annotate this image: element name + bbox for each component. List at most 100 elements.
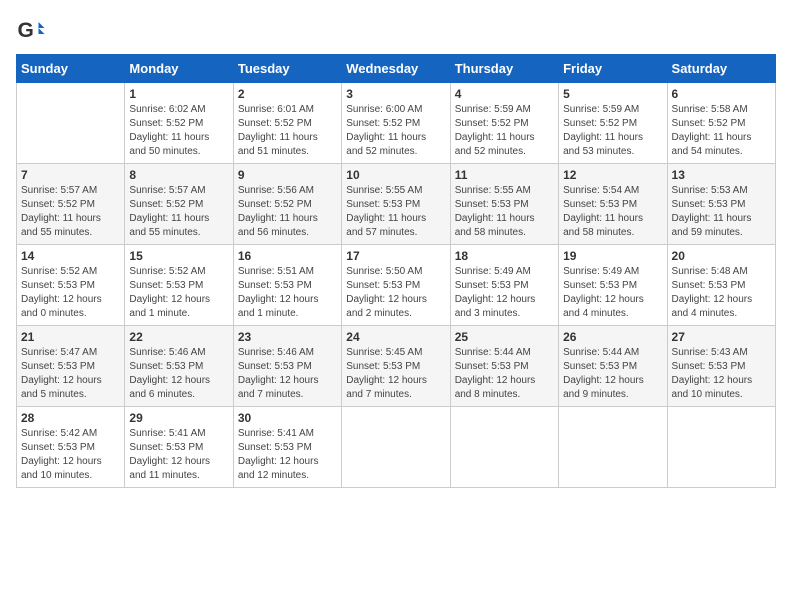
calendar-header-row: SundayMondayTuesdayWednesdayThursdayFrid… xyxy=(17,55,776,83)
day-number: 13 xyxy=(672,168,771,182)
calendar-cell: 16 Sunrise: 5:51 AM Sunset: 5:53 PM Dayli… xyxy=(233,245,341,326)
day-info: Sunrise: 5:49 AM Sunset: 5:53 PM Dayligh… xyxy=(563,265,662,321)
week-row-3: 14 Sunrise: 5:52 AM Sunset: 5:53 PM Dayli… xyxy=(17,245,776,326)
header-tuesday: Tuesday xyxy=(233,55,341,83)
day-info: Sunrise: 5:41 AM Sunset: 5:53 PM Dayligh… xyxy=(238,427,337,483)
day-number: 20 xyxy=(672,249,771,263)
calendar-cell xyxy=(559,407,667,488)
day-info: Sunrise: 5:41 AM Sunset: 5:53 PM Dayligh… xyxy=(129,427,228,483)
day-number: 3 xyxy=(346,87,445,101)
week-row-2: 7 Sunrise: 5:57 AM Sunset: 5:52 PM Daylig… xyxy=(17,164,776,245)
calendar-cell: 28 Sunrise: 5:42 AM Sunset: 5:53 PM Dayli… xyxy=(17,407,125,488)
day-number: 22 xyxy=(129,330,228,344)
day-info: Sunrise: 6:02 AM Sunset: 5:52 PM Dayligh… xyxy=(129,103,228,159)
day-info: Sunrise: 5:47 AM Sunset: 5:53 PM Dayligh… xyxy=(21,346,120,402)
day-number: 10 xyxy=(346,168,445,182)
calendar-cell: 1Sunrise: 6:02 AM Sunset: 5:52 PM Daylig… xyxy=(125,83,233,164)
day-info: Sunrise: 5:43 AM Sunset: 5:53 PM Dayligh… xyxy=(672,346,771,402)
week-row-1: 1Sunrise: 6:02 AM Sunset: 5:52 PM Daylig… xyxy=(17,83,776,164)
day-number: 24 xyxy=(346,330,445,344)
day-number: 27 xyxy=(672,330,771,344)
day-info: Sunrise: 5:45 AM Sunset: 5:53 PM Dayligh… xyxy=(346,346,445,402)
day-number: 29 xyxy=(129,411,228,425)
day-number: 7 xyxy=(21,168,120,182)
day-number: 25 xyxy=(455,330,554,344)
header-thursday: Thursday xyxy=(450,55,558,83)
header-friday: Friday xyxy=(559,55,667,83)
day-number: 28 xyxy=(21,411,120,425)
calendar-cell: 15 Sunrise: 5:52 AM Sunset: 5:53 PM Dayli… xyxy=(125,245,233,326)
calendar-cell: 12Sunrise: 5:54 AM Sunset: 5:53 PM Dayli… xyxy=(559,164,667,245)
calendar-cell: 11 Sunrise: 5:55 AM Sunset: 5:53 PM Dayli… xyxy=(450,164,558,245)
day-info: Sunrise: 5:59 AM Sunset: 5:52 PM Dayligh… xyxy=(455,103,554,159)
day-number: 19 xyxy=(563,249,662,263)
calendar-cell: 29 Sunrise: 5:41 AM Sunset: 5:53 PM Dayli… xyxy=(125,407,233,488)
calendar-table: SundayMondayTuesdayWednesdayThursdayFrid… xyxy=(16,54,776,488)
day-number: 11 xyxy=(455,168,554,182)
day-number: 9 xyxy=(238,168,337,182)
day-info: Sunrise: 5:42 AM Sunset: 5:53 PM Dayligh… xyxy=(21,427,120,483)
logo: G xyxy=(16,16,50,46)
day-info: Sunrise: 5:46 AM Sunset: 5:53 PM Dayligh… xyxy=(129,346,228,402)
day-number: 23 xyxy=(238,330,337,344)
week-row-5: 28 Sunrise: 5:42 AM Sunset: 5:53 PM Dayli… xyxy=(17,407,776,488)
day-info: Sunrise: 5:46 AM Sunset: 5:53 PM Dayligh… xyxy=(238,346,337,402)
day-info: Sunrise: 5:58 AM Sunset: 5:52 PM Dayligh… xyxy=(672,103,771,159)
header-saturday: Saturday xyxy=(667,55,775,83)
day-info: Sunrise: 5:51 AM Sunset: 5:53 PM Dayligh… xyxy=(238,265,337,321)
calendar-cell: 7 Sunrise: 5:57 AM Sunset: 5:52 PM Daylig… xyxy=(17,164,125,245)
day-number: 2 xyxy=(238,87,337,101)
calendar-cell: 25 Sunrise: 5:44 AM Sunset: 5:53 PM Dayli… xyxy=(450,326,558,407)
day-info: Sunrise: 6:01 AM Sunset: 5:52 PM Dayligh… xyxy=(238,103,337,159)
day-info: Sunrise: 5:49 AM Sunset: 5:53 PM Dayligh… xyxy=(455,265,554,321)
day-number: 26 xyxy=(563,330,662,344)
day-info: Sunrise: 5:48 AM Sunset: 5:53 PM Dayligh… xyxy=(672,265,771,321)
day-number: 21 xyxy=(21,330,120,344)
calendar-cell: 3Sunrise: 6:00 AM Sunset: 5:52 PM Daylig… xyxy=(342,83,450,164)
calendar-cell: 22 Sunrise: 5:46 AM Sunset: 5:53 PM Dayli… xyxy=(125,326,233,407)
day-number: 16 xyxy=(238,249,337,263)
calendar-cell: 13Sunrise: 5:53 AM Sunset: 5:53 PM Dayli… xyxy=(667,164,775,245)
day-info: Sunrise: 5:55 AM Sunset: 5:53 PM Dayligh… xyxy=(346,184,445,240)
svg-text:G: G xyxy=(18,19,34,42)
day-number: 17 xyxy=(346,249,445,263)
week-row-4: 21 Sunrise: 5:47 AM Sunset: 5:53 PM Dayli… xyxy=(17,326,776,407)
day-info: Sunrise: 5:44 AM Sunset: 5:53 PM Dayligh… xyxy=(455,346,554,402)
day-number: 8 xyxy=(129,168,228,182)
calendar-cell: 9Sunrise: 5:56 AM Sunset: 5:52 PM Daylig… xyxy=(233,164,341,245)
calendar-cell: 4 Sunrise: 5:59 AM Sunset: 5:52 PM Daylig… xyxy=(450,83,558,164)
header-sunday: Sunday xyxy=(17,55,125,83)
day-info: Sunrise: 5:57 AM Sunset: 5:52 PM Dayligh… xyxy=(21,184,120,240)
calendar-cell xyxy=(667,407,775,488)
day-info: Sunrise: 5:59 AM Sunset: 5:52 PM Dayligh… xyxy=(563,103,662,159)
calendar-cell: 19 Sunrise: 5:49 AM Sunset: 5:53 PM Dayli… xyxy=(559,245,667,326)
day-info: Sunrise: 5:55 AM Sunset: 5:53 PM Dayligh… xyxy=(455,184,554,240)
calendar-cell: 30Sunrise: 5:41 AM Sunset: 5:53 PM Dayli… xyxy=(233,407,341,488)
calendar-cell xyxy=(342,407,450,488)
day-number: 5 xyxy=(563,87,662,101)
header-wednesday: Wednesday xyxy=(342,55,450,83)
calendar-cell xyxy=(17,83,125,164)
day-number: 18 xyxy=(455,249,554,263)
day-info: Sunrise: 5:50 AM Sunset: 5:53 PM Dayligh… xyxy=(346,265,445,321)
day-info: Sunrise: 5:52 AM Sunset: 5:53 PM Dayligh… xyxy=(21,265,120,321)
logo-icon: G xyxy=(16,16,46,46)
calendar-cell: 23 Sunrise: 5:46 AM Sunset: 5:53 PM Dayli… xyxy=(233,326,341,407)
calendar-cell: 21 Sunrise: 5:47 AM Sunset: 5:53 PM Dayli… xyxy=(17,326,125,407)
page-header: G xyxy=(16,16,776,46)
day-info: Sunrise: 5:52 AM Sunset: 5:53 PM Dayligh… xyxy=(129,265,228,321)
calendar-cell: 2 Sunrise: 6:01 AM Sunset: 5:52 PM Daylig… xyxy=(233,83,341,164)
day-number: 14 xyxy=(21,249,120,263)
day-info: Sunrise: 5:54 AM Sunset: 5:53 PM Dayligh… xyxy=(563,184,662,240)
calendar-cell: 5 Sunrise: 5:59 AM Sunset: 5:52 PM Daylig… xyxy=(559,83,667,164)
day-number: 4 xyxy=(455,87,554,101)
calendar-cell: 26 Sunrise: 5:44 AM Sunset: 5:53 PM Dayli… xyxy=(559,326,667,407)
day-number: 15 xyxy=(129,249,228,263)
calendar-cell xyxy=(450,407,558,488)
calendar-cell: 14 Sunrise: 5:52 AM Sunset: 5:53 PM Dayli… xyxy=(17,245,125,326)
calendar-cell: 18 Sunrise: 5:49 AM Sunset: 5:53 PM Dayli… xyxy=(450,245,558,326)
calendar-cell: 8Sunrise: 5:57 AM Sunset: 5:52 PM Daylig… xyxy=(125,164,233,245)
calendar-cell: 20 Sunrise: 5:48 AM Sunset: 5:53 PM Dayli… xyxy=(667,245,775,326)
day-info: Sunrise: 5:44 AM Sunset: 5:53 PM Dayligh… xyxy=(563,346,662,402)
calendar-cell: 17 Sunrise: 5:50 AM Sunset: 5:53 PM Dayli… xyxy=(342,245,450,326)
